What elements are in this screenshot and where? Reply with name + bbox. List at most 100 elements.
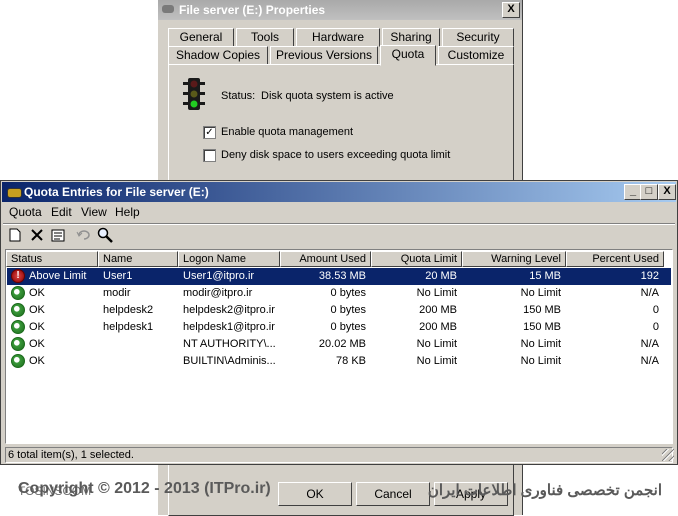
cell-name: User1: [103, 270, 133, 282]
cell-logon: NT AUTHORITY\...: [183, 338, 276, 350]
tab-tools[interactable]: Tools: [236, 28, 294, 47]
find-icon[interactable]: [95, 226, 115, 244]
cell-percent: N/A: [640, 287, 659, 299]
cell-limit: No Limit: [416, 338, 457, 350]
cell-percent: 192: [640, 270, 659, 282]
cell-status: OK: [29, 304, 45, 316]
warning-icon: !: [11, 269, 25, 283]
cell-used: 78 KB: [336, 355, 366, 367]
maximize-button[interactable]: □: [640, 184, 658, 200]
cell-used: 20.02 MB: [318, 338, 366, 350]
menu-help[interactable]: Help: [115, 205, 140, 219]
table-row[interactable]: OK NT AUTHORITY\... 20.02 MB No Limit No Lim…: [7, 336, 671, 353]
cell-limit: 200 MB: [419, 304, 457, 316]
resize-grip[interactable]: [662, 449, 674, 461]
cell-percent: N/A: [640, 355, 659, 367]
cell-limit: No Limit: [416, 355, 457, 367]
copyright-watermark: TOSINSOOM Copyright © 2012 - 2013 (ITPro…: [0, 478, 678, 504]
quota-entries-list[interactable]: Status Name Logon Name Amount Used Quota…: [5, 249, 673, 444]
tab-shadow-copies[interactable]: Shadow Copies: [168, 46, 268, 65]
menu-edit[interactable]: Edit: [51, 205, 72, 219]
delete-icon[interactable]: [27, 226, 47, 244]
column-header-status[interactable]: Status: [6, 251, 98, 267]
drive-icon: [7, 188, 22, 198]
cell-name: modir: [103, 287, 131, 299]
cell-status: OK: [29, 321, 45, 333]
copyright-text: Copyright © 2012 - 2013 (ITPro.ir): [18, 480, 271, 497]
tab-customize[interactable]: Customize: [438, 46, 514, 65]
cell-percent: 0: [652, 304, 659, 316]
column-header-quota-limit[interactable]: Quota Limit: [371, 251, 462, 267]
cell-warning: No Limit: [520, 287, 561, 299]
status-bar: 6 total item(s), 1 selected.: [5, 447, 673, 463]
tab-quota[interactable]: Quota: [380, 45, 436, 66]
quota-titlebar: Quota Entries for File server (E:) _ □ X: [2, 182, 676, 202]
column-header-percent-used[interactable]: Percent Used: [566, 251, 664, 267]
cell-logon: User1@itpro.ir: [183, 270, 255, 282]
properties-icon[interactable]: [49, 226, 69, 244]
cell-limit: 20 MB: [425, 270, 457, 282]
cell-name: helpdesk1: [103, 321, 154, 333]
menu-quota[interactable]: Quota: [9, 205, 42, 219]
cell-warning: No Limit: [520, 338, 561, 350]
cell-logon: helpdesk1@itpro.ir: [183, 321, 275, 333]
ok-icon: [11, 286, 25, 300]
close-button[interactable]: X: [658, 184, 676, 200]
cell-name: [103, 336, 177, 353]
close-button[interactable]: X: [502, 2, 520, 18]
table-row[interactable]: OK helpdesk1 helpdesk1@itpro.ir 0 bytes 200 …: [7, 319, 671, 336]
ok-icon: [11, 320, 25, 334]
traffic-light-icon: [182, 77, 206, 111]
quota-window-title: Quota Entries for File server (E:): [24, 185, 209, 199]
undo-icon[interactable]: [73, 226, 93, 244]
cell-status: Above Limit: [29, 270, 87, 282]
cell-used: 38.53 MB: [318, 270, 366, 282]
cell-used: 0 bytes: [330, 304, 366, 316]
cell-warning: 150 MB: [523, 321, 561, 333]
cell-logon: BUILTIN\Adminis...: [183, 355, 276, 367]
properties-title: File server (E:) Properties: [179, 3, 326, 17]
cell-percent: N/A: [640, 338, 659, 350]
column-header-amount-used[interactable]: Amount Used: [280, 251, 371, 267]
persian-text: انجمن تخصصی فناوری اطلاعات ایران: [427, 482, 662, 499]
quota-entries-window: Quota Entries for File server (E:) _ □ X…: [0, 180, 678, 465]
tab-security[interactable]: Security: [442, 28, 514, 47]
table-row[interactable]: OK helpdesk2 helpdesk2@itpro.ir 0 bytes 200 …: [7, 302, 671, 319]
cell-limit: No Limit: [416, 287, 457, 299]
status-value: Disk quota system is active: [261, 90, 394, 102]
cell-status: OK: [29, 338, 45, 350]
cell-status: OK: [29, 287, 45, 299]
status-label: Status:: [221, 90, 256, 102]
ok-icon: [11, 303, 25, 317]
cell-used: 0 bytes: [330, 321, 366, 333]
cell-logon: modir@itpro.ir: [183, 287, 253, 299]
cell-used: 0 bytes: [330, 287, 366, 299]
enable-quota-checkbox[interactable]: ✓: [203, 126, 216, 139]
cell-warning: 150 MB: [523, 304, 561, 316]
column-header-warning-level[interactable]: Warning Level: [462, 251, 566, 267]
deny-space-label: Deny disk space to users exceeding quota…: [221, 149, 451, 161]
tab-general[interactable]: General: [168, 28, 234, 47]
menu-view[interactable]: View: [81, 205, 107, 219]
column-header-logon-name[interactable]: Logon Name: [178, 251, 280, 267]
cell-name: [103, 353, 177, 370]
properties-titlebar: File server (E:) Properties X: [158, 0, 522, 20]
table-row[interactable]: OK modir modir@itpro.ir 0 bytes No Limit No L…: [7, 285, 671, 302]
enable-quota-label: Enable quota management: [221, 126, 354, 138]
table-row[interactable]: OK BUILTIN\Adminis... 78 KB No Limit No Limi…: [7, 353, 671, 370]
cell-warning: 15 MB: [529, 270, 561, 282]
tab-previous-versions[interactable]: Previous Versions: [270, 46, 378, 65]
cell-status: OK: [29, 355, 45, 367]
deny-space-checkbox[interactable]: [203, 149, 216, 162]
cell-limit: 200 MB: [419, 321, 457, 333]
cell-name: helpdesk2: [103, 304, 154, 316]
ok-icon: [11, 337, 25, 351]
column-header-name[interactable]: Name: [98, 251, 178, 267]
tab-hardware[interactable]: Hardware: [296, 28, 380, 47]
cell-percent: 0: [652, 321, 659, 333]
cell-logon: helpdesk2@itpro.ir: [183, 304, 275, 316]
drive-icon: [162, 5, 174, 13]
new-icon[interactable]: [5, 226, 25, 244]
ok-icon: [11, 354, 25, 368]
table-row[interactable]: ! Above Limit User1 User1@itpro.ir 38.53 MB 2…: [7, 268, 671, 285]
